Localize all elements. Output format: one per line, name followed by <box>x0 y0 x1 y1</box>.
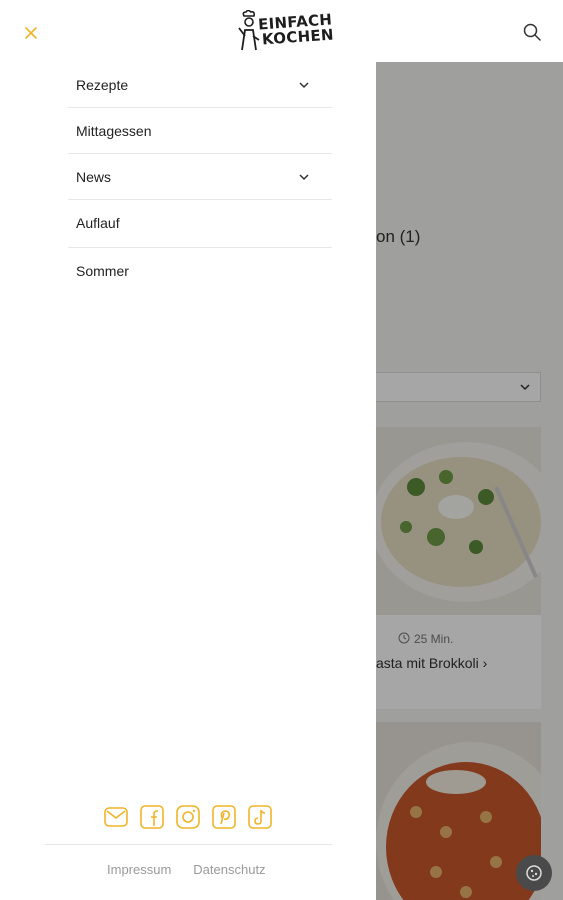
tiktok-link[interactable] <box>247 804 273 830</box>
pinterest-icon <box>212 805 236 829</box>
facebook-link[interactable] <box>139 804 165 830</box>
pinterest-link[interactable] <box>211 804 237 830</box>
close-icon <box>25 27 37 39</box>
footer-divider <box>45 844 332 845</box>
mail-icon <box>104 807 128 827</box>
site-logo[interactable]: EINFACH KOCHEN <box>236 8 334 54</box>
menu-item-label: Sommer <box>76 263 129 279</box>
instagram-icon <box>176 805 200 829</box>
cookie-icon <box>526 865 542 881</box>
datenschutz-link[interactable]: Datenschutz <box>193 862 265 877</box>
menu-item-sommer[interactable]: Sommer <box>68 248 332 294</box>
social-links <box>103 804 275 834</box>
search-button[interactable] <box>520 20 544 44</box>
cookie-settings-button[interactable] <box>516 855 552 891</box>
search-icon <box>523 23 541 41</box>
menu-item-mittagessen[interactable]: Mittagessen <box>68 108 332 154</box>
chevron-down-icon[interactable] <box>298 171 310 183</box>
impressum-link[interactable]: Impressum <box>107 862 171 877</box>
chevron-down-icon[interactable] <box>298 79 310 91</box>
menu-item-news[interactable]: News <box>68 154 332 200</box>
menu-item-auflauf[interactable]: Auflauf <box>68 200 332 248</box>
tiktok-icon <box>248 805 272 829</box>
overlay-dim[interactable] <box>376 62 563 900</box>
facebook-icon <box>140 805 164 829</box>
menu-item-label: News <box>76 169 112 185</box>
close-menu-button[interactable] <box>20 22 42 44</box>
menu-item-rezepte[interactable]: Rezepte <box>68 62 332 108</box>
menu-item-label: Auflauf <box>76 215 120 231</box>
menu-item-label: Mittagessen <box>76 123 152 139</box>
menu-item-label: Rezepte <box>76 77 129 93</box>
navigation-drawer: Rezepte Mittagessen News Auflauf Sommer <box>0 62 376 900</box>
nav-menu: Rezepte Mittagessen News Auflauf Sommer <box>68 62 332 294</box>
footer-links: Impressum Datenschutz <box>107 862 288 877</box>
header: EINFACH KOCHEN <box>0 0 563 62</box>
mail-link[interactable] <box>103 804 129 830</box>
logo-line-2: KOCHEN <box>261 25 335 49</box>
instagram-link[interactable] <box>175 804 201 830</box>
